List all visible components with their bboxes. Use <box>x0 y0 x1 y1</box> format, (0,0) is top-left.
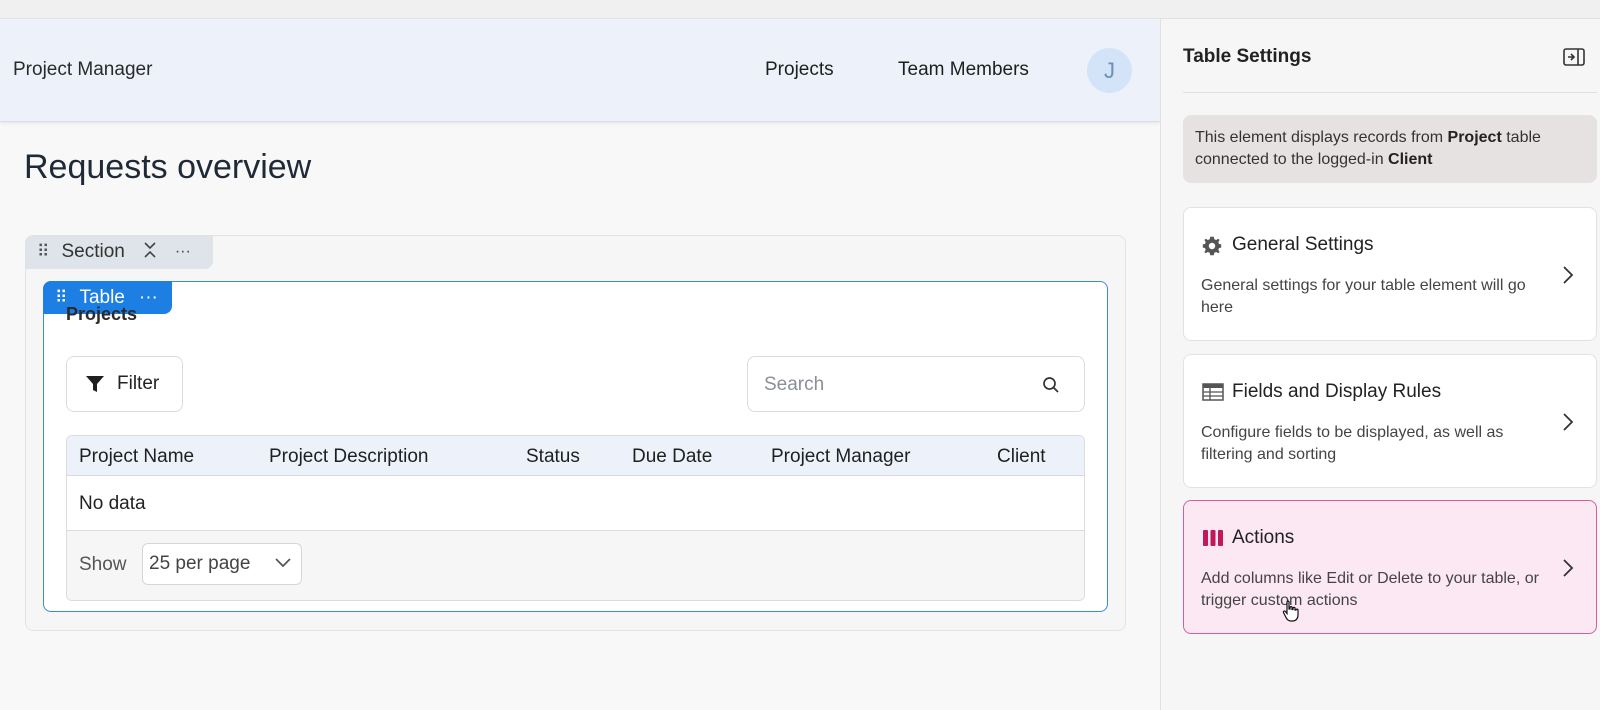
column-header-project-description[interactable]: Project Description <box>269 446 428 468</box>
data-source-info: This element displays records from Proje… <box>1183 115 1597 183</box>
card-description: Configure fields to be displayed, as wel… <box>1201 424 1504 463</box>
chevron-right-icon <box>1563 413 1574 431</box>
filter-button[interactable]: Filter <box>66 356 183 412</box>
user-avatar[interactable]: J <box>1087 48 1132 93</box>
show-label: Show <box>79 554 127 575</box>
gear-icon <box>1202 236 1222 256</box>
page-title: Requests overview <box>24 148 312 186</box>
empty-state-text: No data <box>79 493 146 514</box>
table-settings-panel: Table Settings This element displays rec… <box>1160 19 1600 710</box>
columns-icon <box>1203 530 1223 546</box>
more-options-icon[interactable]: ··· <box>139 287 158 309</box>
panel-divider <box>1183 92 1597 93</box>
section-toolbar[interactable]: ⠿ Section ··· <box>25 235 213 269</box>
drag-handle-icon[interactable]: ⠿ <box>55 288 68 308</box>
brand-name[interactable]: Project Manager <box>13 59 152 81</box>
hand-cursor-icon <box>1282 600 1299 622</box>
data-table: Project Name Project Description Status … <box>66 435 1085 601</box>
source-table-name: Project <box>1447 129 1502 146</box>
more-options-icon[interactable]: ··· <box>175 243 191 261</box>
table-header-row: Project Name Project Description Status … <box>67 436 1084 476</box>
column-header-client[interactable]: Client <box>997 446 1046 468</box>
actions-card[interactable]: Actions Add columns like Edit or Delete … <box>1183 500 1597 634</box>
search-icon[interactable] <box>1042 376 1060 394</box>
column-header-project-name[interactable]: Project Name <box>79 446 194 468</box>
drag-handle-icon[interactable]: ⠿ <box>37 242 50 262</box>
fields-display-rules-card[interactable]: Fields and Display Rules Configure field… <box>1183 354 1597 488</box>
per-page-value: 25 per page <box>149 553 251 574</box>
nav-projects-link[interactable]: Projects <box>765 59 834 81</box>
card-title: Fields and Display Rules <box>1232 381 1442 402</box>
collapse-icon[interactable] <box>143 241 157 263</box>
avatar-initial: J <box>1104 57 1115 83</box>
user-type-name: Client <box>1388 151 1433 168</box>
table-title: Projects <box>66 304 138 324</box>
chevron-right-icon <box>1563 559 1574 577</box>
section-label: Section <box>61 241 125 262</box>
chevron-down-icon <box>275 558 291 568</box>
chevron-right-icon <box>1563 266 1574 284</box>
card-title: Actions <box>1232 527 1295 548</box>
collapse-panel-icon[interactable] <box>1563 47 1585 67</box>
per-page-select[interactable]: 25 per page <box>142 543 302 585</box>
column-header-status[interactable]: Status <box>526 446 580 468</box>
panel-title: Table Settings <box>1183 46 1312 67</box>
table-icon <box>1202 383 1224 401</box>
column-header-project-manager[interactable]: Project Manager <box>771 446 910 468</box>
card-description: Add columns like Edit or Delete to your … <box>1201 570 1539 609</box>
nav-team-members-link[interactable]: Team Members <box>898 59 1029 81</box>
window-top-strip <box>0 0 1600 19</box>
filter-label: Filter <box>117 373 160 394</box>
general-settings-card[interactable]: General Settings General settings for yo… <box>1183 207 1597 341</box>
table-row: No data <box>67 476 1084 531</box>
funnel-icon <box>86 376 104 392</box>
top-navbar: Project Manager Projects Team Members J <box>0 19 1160 122</box>
search-box[interactable] <box>747 356 1085 412</box>
search-input[interactable] <box>764 371 1024 399</box>
card-title: General Settings <box>1232 234 1374 255</box>
card-description: General settings for your table element … <box>1201 277 1526 316</box>
table-pagination: Show 25 per page <box>67 531 1084 600</box>
column-header-due-date[interactable]: Due Date <box>632 446 712 468</box>
